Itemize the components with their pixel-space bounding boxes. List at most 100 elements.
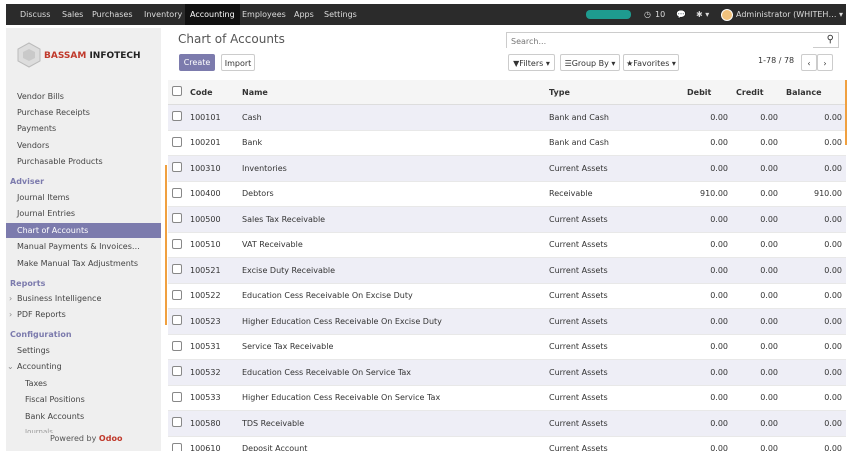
select-all-checkbox[interactable] [168, 80, 186, 105]
nav-app-accounting[interactable]: Accounting [185, 4, 240, 25]
row-checkbox[interactable] [168, 104, 186, 131]
group-by-button[interactable]: ☰Group By ▾ [560, 54, 620, 71]
cell-credit: 0.00 [732, 155, 782, 182]
clock-icon[interactable]: ◷ [644, 4, 651, 25]
row-checkbox[interactable] [168, 206, 186, 233]
chat-icon[interactable]: 💬 [676, 4, 686, 25]
user-menu[interactable]: Administrator (WHITEH… ▾ [721, 4, 843, 25]
sidebar-item-manual-payments[interactable]: Manual Payments & Invoices… [6, 239, 161, 254]
nav-app-discuss[interactable]: Discuss [20, 4, 50, 25]
sidebar-item-payments[interactable]: Payments [6, 121, 161, 136]
table-row[interactable]: 100400 Debtors Receivable 910.00 0.00 910.00 [168, 181, 846, 207]
table-row[interactable]: 100500 Sales Tax Receivable Current Assets… [168, 206, 846, 233]
sidebar-item-journal-items[interactable]: Journal Items [6, 190, 161, 205]
search-input[interactable] [507, 33, 813, 49]
cell-code: 100610 [186, 436, 238, 451]
row-checkbox[interactable] [168, 436, 186, 451]
cell-balance: 0.00 [782, 104, 846, 131]
sidebar-item-settings[interactable]: Settings [6, 343, 161, 358]
sidebar-section-configuration: Configuration [10, 330, 72, 339]
table-row[interactable]: 100310 Inventories Current Assets 0.00 0.00 0… [168, 155, 846, 182]
search-icon[interactable]: ⚲ [827, 34, 834, 45]
row-checkbox[interactable] [168, 410, 186, 437]
sidebar-item-taxes[interactable]: Taxes [6, 379, 47, 388]
row-checkbox[interactable] [168, 308, 186, 335]
sidebar-item-journal-entries[interactable]: Journal Entries [6, 206, 161, 221]
table-row[interactable]: 100610 Deposit Account Current Assets 0.00 0… [168, 436, 846, 451]
import-button[interactable]: Import [221, 54, 255, 71]
debug-icon[interactable]: ✱ ▾ [696, 4, 709, 25]
nav-app-settings[interactable]: Settings [324, 4, 357, 25]
sidebar-item-accounting[interactable]: ⌄ Accounting [6, 359, 161, 374]
table-row[interactable]: 100532 Education Cess Receivable On Servi… [168, 359, 846, 386]
row-checkbox[interactable] [168, 334, 186, 360]
table-row[interactable]: 100533 Higher Education Cess Receivable O… [168, 385, 846, 411]
row-checkbox[interactable] [168, 130, 186, 156]
cell-code: 100531 [186, 334, 238, 360]
cell-balance: 0.00 [782, 385, 846, 411]
table-row[interactable]: 100580 TDS Receivable Current Assets 0.00 0.… [168, 410, 846, 437]
nav-app-apps[interactable]: Apps [294, 4, 314, 25]
nav-app-purchases[interactable]: Purchases [92, 4, 133, 25]
cell-type: Bank and Cash [545, 130, 683, 156]
table-row[interactable]: 100201 Bank Bank and Cash 0.00 0.00 0.00 [168, 130, 846, 156]
create-button[interactable]: Create [179, 54, 215, 71]
accounts-table: Code Name Type Debit Credit Balance 1001… [168, 80, 846, 451]
table-row[interactable]: 100510 VAT Receivable Current Assets 0.00 0.… [168, 232, 846, 258]
sidebar-item-vendor-bills[interactable]: Vendor Bills [6, 89, 161, 104]
cell-name: VAT Receivable [238, 232, 545, 258]
row-checkbox[interactable] [168, 257, 186, 284]
row-checkbox[interactable] [168, 359, 186, 386]
sidebar-item-pdf-reports[interactable]: › PDF Reports [6, 307, 161, 322]
cell-name: Debtors [238, 181, 545, 207]
cell-debit: 0.00 [683, 385, 732, 411]
cell-code: 100510 [186, 232, 238, 258]
cell-code: 100521 [186, 257, 238, 284]
cell-code: 100101 [186, 104, 238, 131]
sidebar-item-manual-tax-adjustments[interactable]: Make Manual Tax Adjustments [6, 256, 161, 271]
sidebar-item-purchasable-products[interactable]: Purchasable Products [6, 154, 161, 169]
table-row[interactable]: 100521 Excise Duty Receivable Current Asse… [168, 257, 846, 284]
column-balance[interactable]: Balance [782, 80, 846, 105]
nav-app-employees[interactable]: Employees [242, 4, 286, 25]
sidebar-item-journals[interactable]: Journals [6, 428, 53, 433]
table-row[interactable]: 100522 Education Cess Receivable On Excis… [168, 283, 846, 309]
sidebar-item-business-intelligence[interactable]: › Business Intelligence [6, 291, 161, 306]
scrollbar[interactable] [845, 80, 847, 145]
column-debit[interactable]: Debit [683, 80, 732, 105]
pager-next-button[interactable]: › [817, 54, 833, 71]
row-checkbox[interactable] [168, 155, 186, 182]
column-name[interactable]: Name [238, 80, 545, 105]
favorites-button[interactable]: ★Favorites ▾ [623, 54, 679, 71]
cell-balance: 0.00 [782, 257, 846, 284]
column-credit[interactable]: Credit [732, 80, 782, 105]
nav-app-sales[interactable]: Sales [62, 4, 83, 25]
filters-button[interactable]: ▼Filters ▾ [508, 54, 555, 71]
column-code[interactable]: Code [186, 80, 238, 105]
sidebar-item-bank-accounts[interactable]: Bank Accounts [6, 412, 84, 421]
cell-type: Current Assets [545, 257, 683, 284]
row-checkbox[interactable] [168, 232, 186, 258]
nav-app-inventory[interactable]: Inventory [144, 4, 182, 25]
sidebar-item-fiscal-positions[interactable]: Fiscal Positions [6, 395, 85, 404]
pager-previous-button[interactable]: ‹ [801, 54, 817, 71]
table-row[interactable]: 100101 Cash Bank and Cash 0.00 0.00 0.00 [168, 104, 846, 131]
row-checkbox[interactable] [168, 283, 186, 309]
pager-value[interactable]: 1-78 / 78 [758, 56, 794, 65]
cell-balance: 910.00 [782, 181, 846, 207]
odoo-link[interactable]: Odoo [99, 434, 123, 443]
table-header: Code Name Type Debit Credit Balance [168, 80, 846, 105]
company-logo[interactable]: BASSAM INFOTECH [6, 28, 161, 88]
table-row[interactable]: 100531 Service Tax Receivable Current Asse… [168, 334, 846, 360]
control-panel: Chart of Accounts Create Import ⚲ ▼Filte… [168, 28, 846, 80]
sidebar-item-vendors[interactable]: Vendors [6, 138, 161, 153]
table-row[interactable]: 100523 Higher Education Cess Receivable O… [168, 308, 846, 335]
row-checkbox[interactable] [168, 385, 186, 411]
row-checkbox[interactable] [168, 181, 186, 207]
column-type[interactable]: Type [545, 80, 683, 105]
sidebar-item-chart-of-accounts[interactable]: Chart of Accounts [6, 223, 161, 238]
cell-balance: 0.00 [782, 206, 846, 233]
sidebar-item-purchase-receipts[interactable]: Purchase Receipts [6, 105, 161, 120]
cell-type: Current Assets [545, 308, 683, 335]
cell-code: 100532 [186, 359, 238, 386]
